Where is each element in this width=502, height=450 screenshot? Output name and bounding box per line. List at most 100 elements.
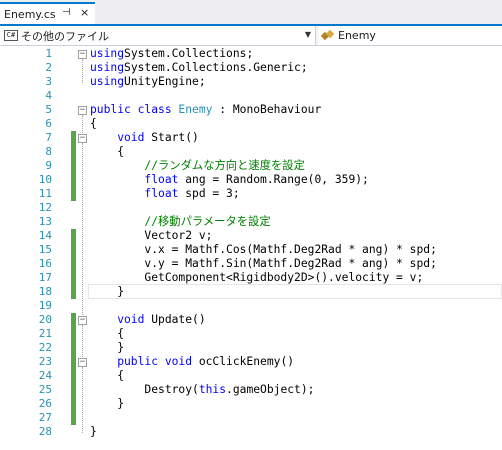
code-token: } bbox=[90, 397, 125, 410]
code-line[interactable]: 25 Destroy(this.gameObject); bbox=[0, 383, 502, 397]
code-line[interactable]: 10 float ang = Random.Range(0, 359); bbox=[0, 173, 502, 187]
code-text: float ang = Random.Range(0, 359); bbox=[90, 173, 368, 187]
code-line[interactable]: 21 { bbox=[0, 327, 502, 341]
collapse-icon[interactable]: − bbox=[78, 50, 87, 59]
code-line[interactable]: 26 } bbox=[0, 397, 502, 411]
line-number: 19 bbox=[38, 299, 52, 312]
code-text: v.x = Mathf.Cos(Mathf.Deg2Rad * ang) * s… bbox=[90, 243, 436, 257]
pin-icon[interactable]: ⊣ bbox=[62, 7, 71, 18]
type-dropdown[interactable]: Enemy bbox=[318, 26, 502, 45]
code-line[interactable]: 5 − public class Enemy : MonoBehaviour bbox=[0, 103, 502, 117]
class-icon bbox=[320, 29, 335, 42]
collapse-icon[interactable]: − bbox=[78, 106, 87, 115]
code-line[interactable]: 24 { bbox=[0, 369, 502, 383]
code-line[interactable]: 27 bbox=[0, 411, 502, 425]
code-text: v.y = Mathf.Sin(Mathf.Deg2Rad * ang) * s… bbox=[90, 257, 437, 271]
code-line[interactable]: 2 usingSystem.Collections.Generic; bbox=[0, 61, 502, 75]
code-line[interactable]: 16 v.y = Mathf.Sin(Mathf.Deg2Rad * ang) … bbox=[0, 257, 502, 271]
code-token: public void bbox=[90, 355, 199, 368]
code-editor[interactable]: 1− usingSystem.Collections; 2 usingSystem.C… bbox=[0, 47, 502, 450]
project-dropdown[interactable]: C# その他のファイル ▼ bbox=[0, 26, 316, 45]
code-token: .gameObject); bbox=[226, 383, 315, 396]
code-token: UnityEngine; bbox=[124, 75, 206, 88]
line-number: 9 bbox=[45, 159, 52, 172]
code-text: usingUnityEngine; bbox=[90, 75, 206, 89]
change-marker bbox=[71, 229, 76, 243]
code-line[interactable]: 14 Vector2 v; bbox=[0, 229, 502, 243]
change-marker bbox=[71, 257, 76, 271]
change-marker bbox=[71, 131, 76, 145]
change-marker bbox=[71, 271, 76, 285]
code-text: usingSystem.Collections.Generic; bbox=[90, 61, 308, 75]
code-line[interactable]: 15 v.x = Mathf.Cos(Mathf.Deg2Rad * ang) … bbox=[0, 243, 502, 257]
code-line[interactable]: 9 //ランダムな方向と速度を設定 bbox=[0, 159, 502, 173]
code-text: //移動パラメータを設定 bbox=[90, 215, 270, 229]
code-line[interactable]: 22 } bbox=[0, 341, 502, 355]
line-number: 3 bbox=[45, 75, 52, 88]
code-line[interactable]: 13 //移動パラメータを設定 bbox=[0, 215, 502, 229]
code-token: Update() bbox=[151, 313, 206, 326]
code-token: spd = 3; bbox=[185, 187, 240, 200]
code-text: usingSystem.Collections; bbox=[90, 47, 253, 61]
change-marker bbox=[71, 187, 76, 201]
csharp-file-icon: C# bbox=[4, 30, 18, 41]
code-line[interactable]: 4 bbox=[0, 89, 502, 103]
change-marker bbox=[71, 173, 76, 187]
change-marker bbox=[71, 243, 76, 257]
change-marker bbox=[71, 341, 76, 355]
code-token: System.Collections.Generic; bbox=[124, 61, 308, 74]
collapse-icon[interactable]: − bbox=[78, 358, 87, 367]
code-line[interactable]: 7 − void Start() bbox=[0, 131, 502, 145]
code-token: void bbox=[90, 131, 152, 144]
code-token: float bbox=[90, 173, 186, 186]
code-token: } bbox=[90, 341, 125, 354]
code-line[interactable]: 12 bbox=[0, 201, 502, 215]
code-line[interactable]: 19 bbox=[0, 299, 502, 313]
navigation-bar: C# その他のファイル ▼ Enemy bbox=[0, 26, 502, 46]
change-marker bbox=[71, 397, 76, 411]
code-line[interactable]: 3 usingUnityEngine; bbox=[0, 75, 502, 89]
code-token: { bbox=[90, 117, 97, 130]
change-marker bbox=[71, 145, 76, 159]
code-token: v.y = Mathf.Sin(Mathf.Deg2Rad * ang) * s… bbox=[90, 257, 437, 270]
code-token: Enemy bbox=[178, 103, 213, 116]
code-line[interactable]: 8 { bbox=[0, 145, 502, 159]
code-token: float bbox=[90, 187, 186, 200]
code-line[interactable]: 1 − usingSystem.Collections; bbox=[0, 47, 502, 61]
line-number: 10 bbox=[38, 173, 52, 186]
code-line[interactable]: 20 − void Update() bbox=[0, 313, 502, 327]
code-line[interactable]: 18 } bbox=[0, 284, 502, 299]
code-text: { bbox=[90, 369, 124, 383]
code-token: System.Collections; bbox=[124, 47, 254, 60]
dropdown-arrow-icon[interactable]: ▼ bbox=[305, 30, 311, 39]
line-number: 26 bbox=[38, 397, 52, 410]
code-text: void Start() bbox=[90, 131, 199, 145]
code-token: Vector2 v; bbox=[90, 229, 213, 242]
line-number: 14 bbox=[38, 229, 52, 242]
line-number: 20 bbox=[38, 313, 52, 326]
line-number: 27 bbox=[38, 411, 52, 424]
code-line[interactable]: 11 float spd = 3; bbox=[0, 187, 502, 201]
code-line[interactable]: 6{ bbox=[0, 117, 502, 131]
code-token: void bbox=[90, 313, 152, 326]
change-marker bbox=[71, 327, 76, 341]
line-number: 2 bbox=[45, 61, 52, 74]
line-number: 23 bbox=[38, 355, 52, 368]
code-token: using bbox=[90, 47, 125, 60]
line-number: 22 bbox=[38, 341, 52, 354]
code-line[interactable]: 23 − public void ocClickEnemy() bbox=[0, 355, 502, 369]
code-line[interactable]: 28} bbox=[0, 425, 502, 439]
change-marker bbox=[71, 285, 76, 299]
code-text: public class Enemy : MonoBehaviour bbox=[90, 103, 321, 117]
tab-enemy-cs[interactable]: Enemy.cs ⊣ × bbox=[0, 2, 95, 25]
change-marker bbox=[71, 159, 76, 173]
code-line[interactable]: 17 GetComponent<Rigidbody2D>().velocity … bbox=[0, 271, 502, 285]
current-line-highlight bbox=[88, 284, 502, 299]
collapse-icon[interactable]: − bbox=[78, 134, 87, 143]
code-token: using bbox=[90, 75, 125, 88]
code-text: float spd = 3; bbox=[90, 187, 240, 201]
code-token: this bbox=[198, 383, 227, 396]
close-icon[interactable]: × bbox=[80, 6, 89, 19]
collapse-icon[interactable]: − bbox=[78, 316, 87, 325]
tab-title: Enemy.cs bbox=[4, 8, 56, 21]
